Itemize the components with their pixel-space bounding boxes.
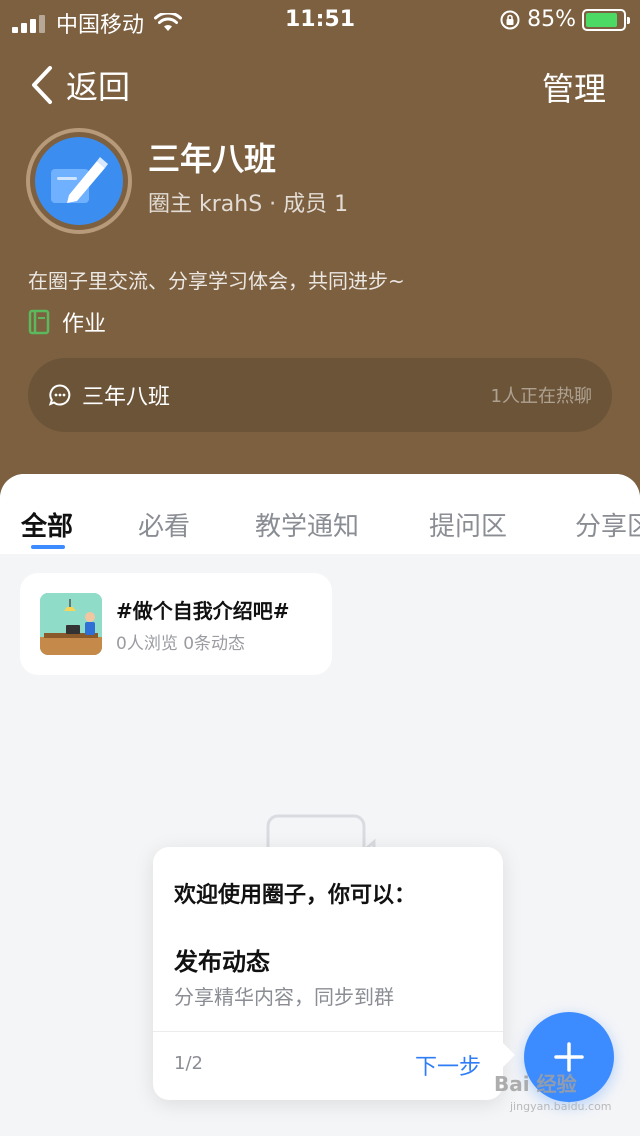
tab-questions[interactable]: 提问区	[429, 506, 507, 543]
active-tab-indicator	[31, 545, 65, 549]
tab-share[interactable]: 分享区	[575, 506, 640, 543]
tab-teaching-notice[interactable]: 教学通知	[255, 506, 359, 543]
group-name: 三年八班	[148, 140, 277, 178]
popup-divider	[153, 1031, 503, 1032]
chat-name: 三年八班	[82, 385, 171, 410]
rotation-lock-icon	[500, 10, 520, 29]
onboarding-popup: 欢迎使用圈子，你可以： 发布动态 分享精华内容，同步到群 1/2 下一步	[153, 847, 515, 1100]
popup-subtitle: 分享精华内容，同步到群	[174, 985, 394, 1009]
chat-hint: 1人正在热聊	[490, 386, 592, 407]
group-chat-entry[interactable]: 三年八班 1人正在热聊	[28, 358, 612, 432]
manage-button[interactable]: 管理	[542, 64, 606, 110]
battery-percent: 85%	[527, 7, 576, 32]
tab-bar: 全部 必看 教学通知 提问区 分享区	[0, 474, 640, 554]
battery-icon	[582, 8, 630, 31]
group-tag[interactable]: 作业	[28, 306, 106, 338]
watermark: Bai 经验	[494, 1072, 577, 1096]
popup-title: 欢迎使用圈子，你可以：	[174, 883, 417, 908]
topic-card[interactable]: #做个自我介绍吧# 0人浏览 0条动态	[20, 573, 332, 675]
back-button[interactable]: 返回	[30, 62, 130, 108]
tab-must-read[interactable]: 必看	[138, 506, 190, 543]
topic-thumbnail	[40, 593, 102, 655]
pencil-icon	[51, 157, 108, 203]
tab-all[interactable]: 全部	[21, 506, 73, 543]
group-meta: 圈主 krahS · 成员 1	[148, 192, 349, 217]
group-description: 在圈子里交流、分享学习体会，共同进步~	[28, 269, 405, 293]
back-label: 返回	[66, 68, 131, 106]
next-step-button[interactable]: 下一步	[415, 1049, 481, 1081]
topic-title: #做个自我介绍吧#	[116, 599, 290, 623]
popup-page-indicator: 1/2	[174, 1053, 203, 1074]
popup-feature: 发布动态	[174, 948, 270, 976]
watermark-url: jingyan.baidu.com	[510, 1100, 612, 1113]
chat-bubble-icon	[48, 384, 71, 406]
tag-label: 作业	[62, 312, 107, 337]
book-icon	[28, 309, 50, 335]
back-chevron-icon	[32, 66, 52, 104]
group-avatar[interactable]	[26, 128, 132, 234]
status-bar: 中国移动 11:51 85%	[0, 0, 640, 40]
topic-stats: 0人浏览 0条动态	[116, 634, 246, 654]
group-header: 中国移动 11:51 85% 返回 管理 三年八班 圈主 krahS · 成员 …	[0, 0, 640, 500]
